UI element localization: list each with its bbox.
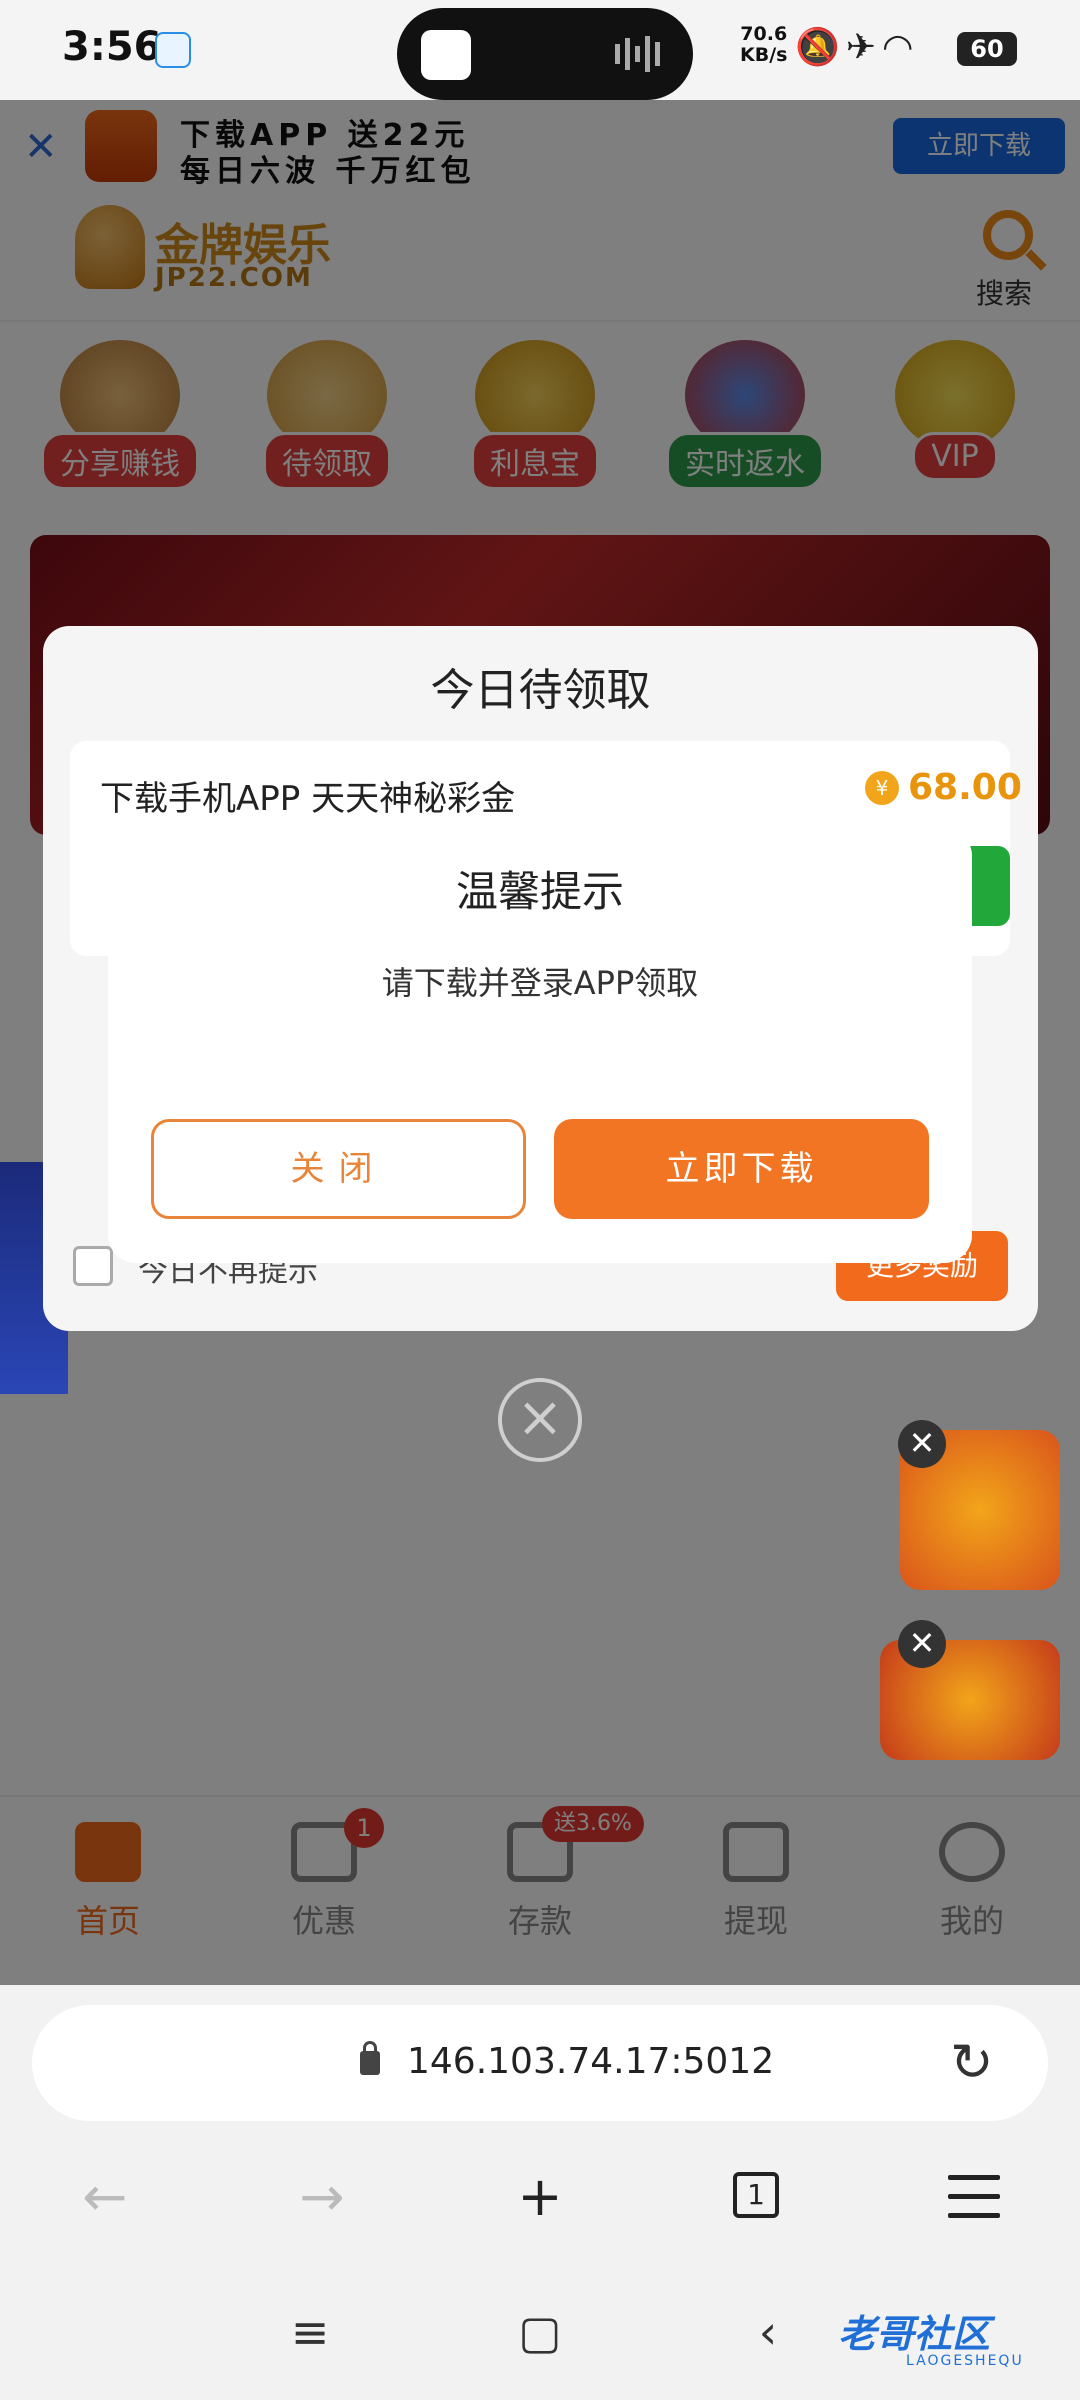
dialog-message: 请下载并登录APP领取 <box>381 964 699 1002</box>
dialog-download-button[interactable]: 立即下载 <box>554 1119 929 1219</box>
notification-app-icon <box>155 32 191 68</box>
lock-icon <box>360 2041 380 2075</box>
battery-indicator: 60 <box>957 32 1017 66</box>
airplane-icon: ✈ <box>845 27 882 68</box>
network-speed: 70.6 KB/s <box>740 24 787 66</box>
panel-close-icon[interactable]: × <box>498 1378 582 1462</box>
forward-arrow-icon[interactable]: → <box>277 2165 367 2228</box>
menu-icon[interactable] <box>948 2175 1000 2232</box>
speed-value: 70.6 <box>740 23 788 45</box>
wifi-icon: ◠ <box>882 27 920 68</box>
coin-icon: ¥ <box>865 771 899 805</box>
dynamic-island <box>397 8 693 100</box>
panel-title: 今日待领取 <box>430 665 651 716</box>
watermark-subtext: LAOGESHEQU <box>906 2353 1024 2369</box>
dialog-close-button[interactable]: 关闭 <box>151 1119 526 1219</box>
speed-unit: KB/s <box>740 44 788 66</box>
system-icons: 🔕✈◠ <box>795 26 919 68</box>
system-navigation-bar: ≡ ▢ ‹ 老哥社区 LAOGESHEQU <box>0 2275 1080 2400</box>
tab-count-button[interactable]: 1 <box>733 2172 779 2218</box>
back-icon[interactable]: ‹ <box>728 2305 808 2359</box>
recents-icon[interactable]: ≡ <box>270 2305 350 2359</box>
notice-dialog: 温馨提示 请下载并登录APP领取 关闭 立即下载 <box>108 828 972 1263</box>
reward-amount: 68.00 <box>908 767 1022 808</box>
reward-item-text: 下载手机APP 天天神秘彩金 <box>100 779 516 819</box>
audio-wave-icon <box>615 36 660 72</box>
new-tab-icon[interactable]: + <box>495 2165 585 2228</box>
close-icon[interactable]: ✕ <box>898 1420 946 1468</box>
close-icon[interactable]: ✕ <box>898 1620 946 1668</box>
home-button-icon[interactable]: ▢ <box>500 2305 580 2359</box>
back-arrow-icon[interactable]: ← <box>60 2165 150 2228</box>
no-remind-checkbox[interactable] <box>73 1246 113 1286</box>
status-bar: 3:56 70.6 KB/s 🔕✈◠ 60 <box>0 0 1080 100</box>
browser-toolbar: 146.103.74.17:5012 ↻ ← → + 1 <box>0 1985 1080 2275</box>
mute-icon: 🔕 <box>795 27 846 68</box>
url-text: 146.103.74.17:5012 <box>407 2041 775 2082</box>
dialog-title: 温馨提示 <box>455 867 624 916</box>
status-time: 3:56 <box>62 24 162 70</box>
address-bar[interactable]: 146.103.74.17:5012 ↻ <box>32 2005 1048 2121</box>
island-media-icon <box>421 30 471 80</box>
reload-icon[interactable]: ↻ <box>950 2033 994 2093</box>
watermark-text: 老哥社区 <box>838 2312 991 2356</box>
